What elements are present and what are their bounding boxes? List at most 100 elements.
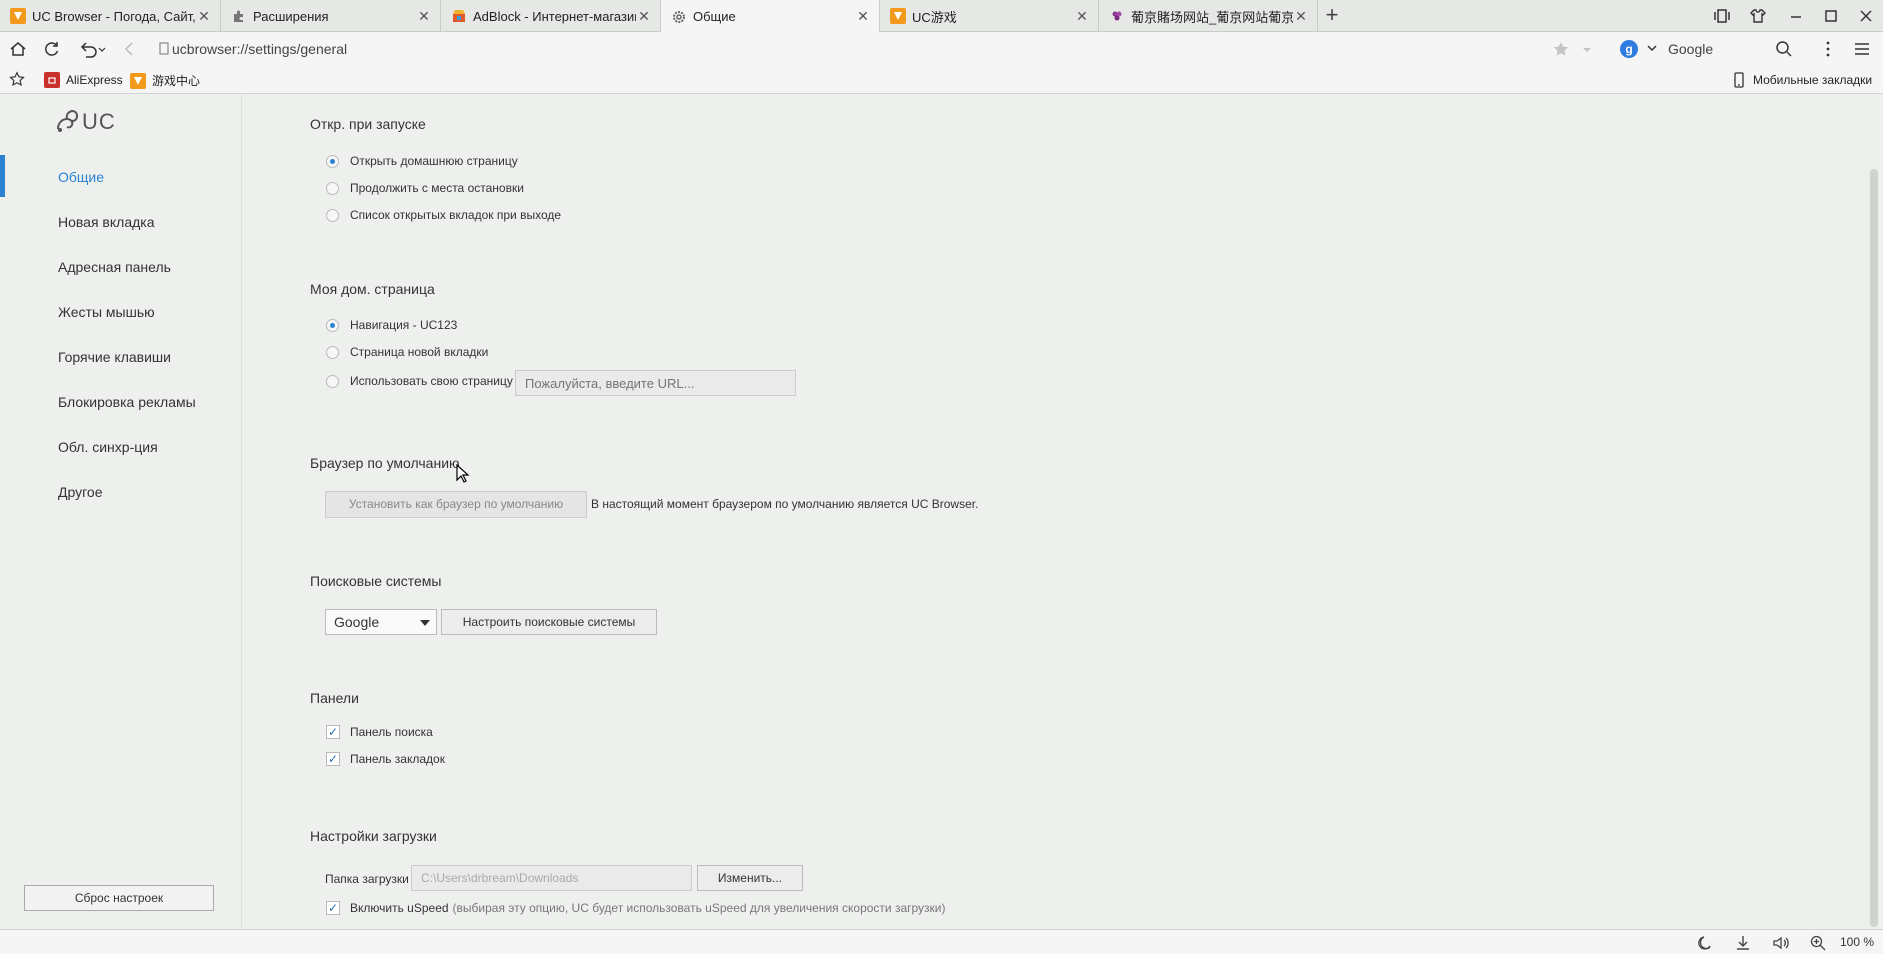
address-input[interactable]: ucbrowser://settings/general — [172, 41, 347, 57]
tab-close-icon[interactable]: ✕ — [855, 8, 871, 25]
tab-uc-browser[interactable]: UC Browser - Погода, Сайт, Н ✕ — [0, 0, 221, 32]
webstore-icon — [451, 8, 467, 24]
reset-settings-button[interactable]: Сброс настроек — [24, 885, 214, 911]
default-browser-status: В настоящий момент браузером по умолчани… — [591, 497, 979, 511]
tab-strip: UC Browser - Погода, Сайт, Н ✕ Расширени… — [0, 0, 1883, 33]
set-default-browser-button[interactable]: Установить как браузер по умолчанию — [325, 491, 587, 518]
sidebar-item-general[interactable]: Общие — [58, 169, 104, 185]
undo-close-tab-icon[interactable] — [78, 39, 106, 59]
bookmark-label: 游戏中心 — [152, 74, 201, 88]
sidebar-item-address-bar[interactable]: Адресная панель — [58, 259, 171, 275]
configure-search-engines-button[interactable]: Настроить поисковые системы — [441, 609, 657, 635]
skin-icon[interactable] — [1748, 6, 1772, 26]
mobile-bookmarks[interactable]: Мобильные закладки — [1731, 72, 1872, 88]
sidebar-item-ad-block[interactable]: Блокировка рекламы — [58, 394, 196, 410]
panel-search-checkbox[interactable]: ✓ Панель поиска — [326, 725, 433, 739]
uc-logo-icon — [890, 8, 906, 24]
tab-close-icon[interactable]: ✕ — [1074, 8, 1090, 25]
startup-option-open-tabs-list[interactable]: Список открытых вкладок при выходе — [326, 208, 561, 222]
sidebar-item-hotkeys[interactable]: Горячие клавиши — [58, 349, 171, 365]
bookmark-label: AliExpress — [66, 73, 123, 87]
option-label: Открыть домашнюю страницу — [350, 154, 518, 168]
chevron-down-icon[interactable] — [1646, 41, 1658, 55]
radio-button[interactable] — [326, 374, 339, 388]
tab-close-icon[interactable]: ✕ — [1293, 8, 1309, 25]
sidebar-item-mouse-gestures[interactable]: Жесты мышью — [58, 304, 155, 320]
tab-general-settings[interactable]: Общие ✕ — [661, 0, 880, 33]
panel-bookmarks-checkbox[interactable]: ✓ Панель закладок — [326, 752, 445, 766]
homepage-option-custom[interactable]: Использовать свою страницу — [326, 374, 513, 388]
search-icon[interactable] — [1774, 39, 1794, 59]
search-engine-label[interactable]: Google — [1668, 41, 1713, 57]
checkbox-checked-icon[interactable]: ✓ — [326, 901, 340, 915]
tab-extensions[interactable]: Расширения ✕ — [221, 0, 441, 32]
download-icon[interactable] — [1734, 934, 1752, 952]
volume-icon[interactable] — [1772, 934, 1790, 952]
gear-icon — [671, 9, 687, 25]
download-folder-label: Папка загрузки — [325, 872, 409, 886]
option-label: Панель поиска — [350, 725, 433, 739]
night-mode-icon[interactable] — [1697, 934, 1715, 952]
homepage-option-new-tab[interactable]: Страница новой вкладки — [326, 345, 488, 359]
checkbox-checked-icon[interactable]: ✓ — [326, 752, 340, 766]
page-icon — [158, 39, 170, 59]
option-label: Панель закладок — [350, 752, 445, 766]
checkbox-checked-icon[interactable]: ✓ — [326, 725, 340, 739]
change-folder-button[interactable]: Изменить... — [697, 865, 803, 891]
page-scrollbar[interactable] — [1866, 95, 1883, 929]
uc-logo-icon — [130, 72, 146, 89]
bookmark-game-center[interactable]: 游戏中心 — [130, 72, 200, 89]
radio-button[interactable] — [326, 181, 339, 195]
option-label: Навигация - UC123 — [350, 318, 458, 332]
new-tab-button[interactable]: + — [1320, 4, 1344, 28]
maximize-icon[interactable] — [1821, 6, 1845, 26]
uspeed-hint: (выбирая эту опцию, UC будет использоват… — [452, 901, 946, 915]
menu-icon[interactable] — [1852, 39, 1872, 59]
uspeed-checkbox[interactable]: ✓ Включить uSpeed (выбирая эту опцию, UC… — [326, 901, 946, 915]
search-engine-box[interactable]: g Google — [1620, 38, 1750, 60]
tab-casino[interactable]: 葡京賭场网站_葡京网站葡京_ ✕ — [1099, 0, 1318, 32]
tab-uc-games[interactable]: UC游戏 ✕ — [880, 0, 1099, 32]
mobile-bookmarks-label: Мобильные закладки — [1753, 73, 1873, 87]
navigation-bar: ucbrowser://settings/general g Google — [0, 32, 1883, 66]
homepage-url-input[interactable] — [515, 370, 796, 396]
sidebar-item-cloud-sync[interactable]: Обл. синхр-ция — [58, 439, 158, 455]
bookmark-star-icon[interactable] — [1551, 39, 1571, 59]
uc-logo-icon — [10, 8, 26, 24]
google-g-icon[interactable]: g — [1620, 40, 1638, 58]
close-window-icon[interactable] — [1856, 6, 1880, 26]
search-engine-select[interactable]: Google — [325, 609, 437, 635]
bookmark-aliexpress[interactable]: AliExpress — [44, 72, 123, 88]
search-engine-selected: Google — [334, 614, 380, 630]
active-indicator — [0, 155, 5, 197]
download-folder-path: C:\Users\drbream\Downloads — [411, 865, 692, 891]
scrollbar-thumb[interactable] — [1870, 169, 1878, 927]
more-vertical-icon[interactable] — [1818, 39, 1838, 59]
split-view-icon[interactable] — [1712, 6, 1736, 26]
grape-icon — [1109, 8, 1125, 24]
homepage-section-title: Моя дом. страница — [310, 281, 435, 297]
tab-adblock[interactable]: AdBlock - Интернет-магазин ✕ — [441, 0, 661, 32]
radio-button[interactable] — [326, 318, 339, 332]
radio-button[interactable] — [326, 345, 339, 359]
bookmark-star-outline-icon[interactable] — [8, 70, 28, 90]
startup-option-continue[interactable]: Продолжить с места остановки — [326, 181, 524, 195]
sidebar-item-other[interactable]: Другое — [58, 484, 102, 500]
zoom-icon[interactable] — [1809, 934, 1827, 952]
radio-button[interactable] — [326, 154, 339, 168]
zoom-level[interactable]: 100 % — [1840, 935, 1874, 949]
back-icon[interactable] — [120, 39, 140, 59]
home-icon[interactable] — [8, 39, 28, 59]
tab-close-icon[interactable]: ✕ — [636, 8, 652, 25]
reload-icon[interactable] — [42, 39, 62, 59]
tab-close-icon[interactable]: ✕ — [196, 8, 212, 25]
sidebar-item-new-tab[interactable]: Новая вкладка — [58, 214, 155, 230]
startup-option-homepage[interactable]: Открыть домашнюю страницу — [326, 154, 518, 168]
homepage-option-uc123[interactable]: Навигация - UC123 — [326, 318, 457, 332]
minimize-icon[interactable] — [1786, 6, 1810, 26]
tab-title: UC游戏 — [912, 9, 957, 25]
star-dropdown-icon[interactable] — [1577, 39, 1597, 59]
tab-close-icon[interactable]: ✕ — [416, 8, 432, 25]
radio-button[interactable] — [326, 208, 339, 222]
option-label: Использовать свою страницу — [350, 374, 513, 388]
